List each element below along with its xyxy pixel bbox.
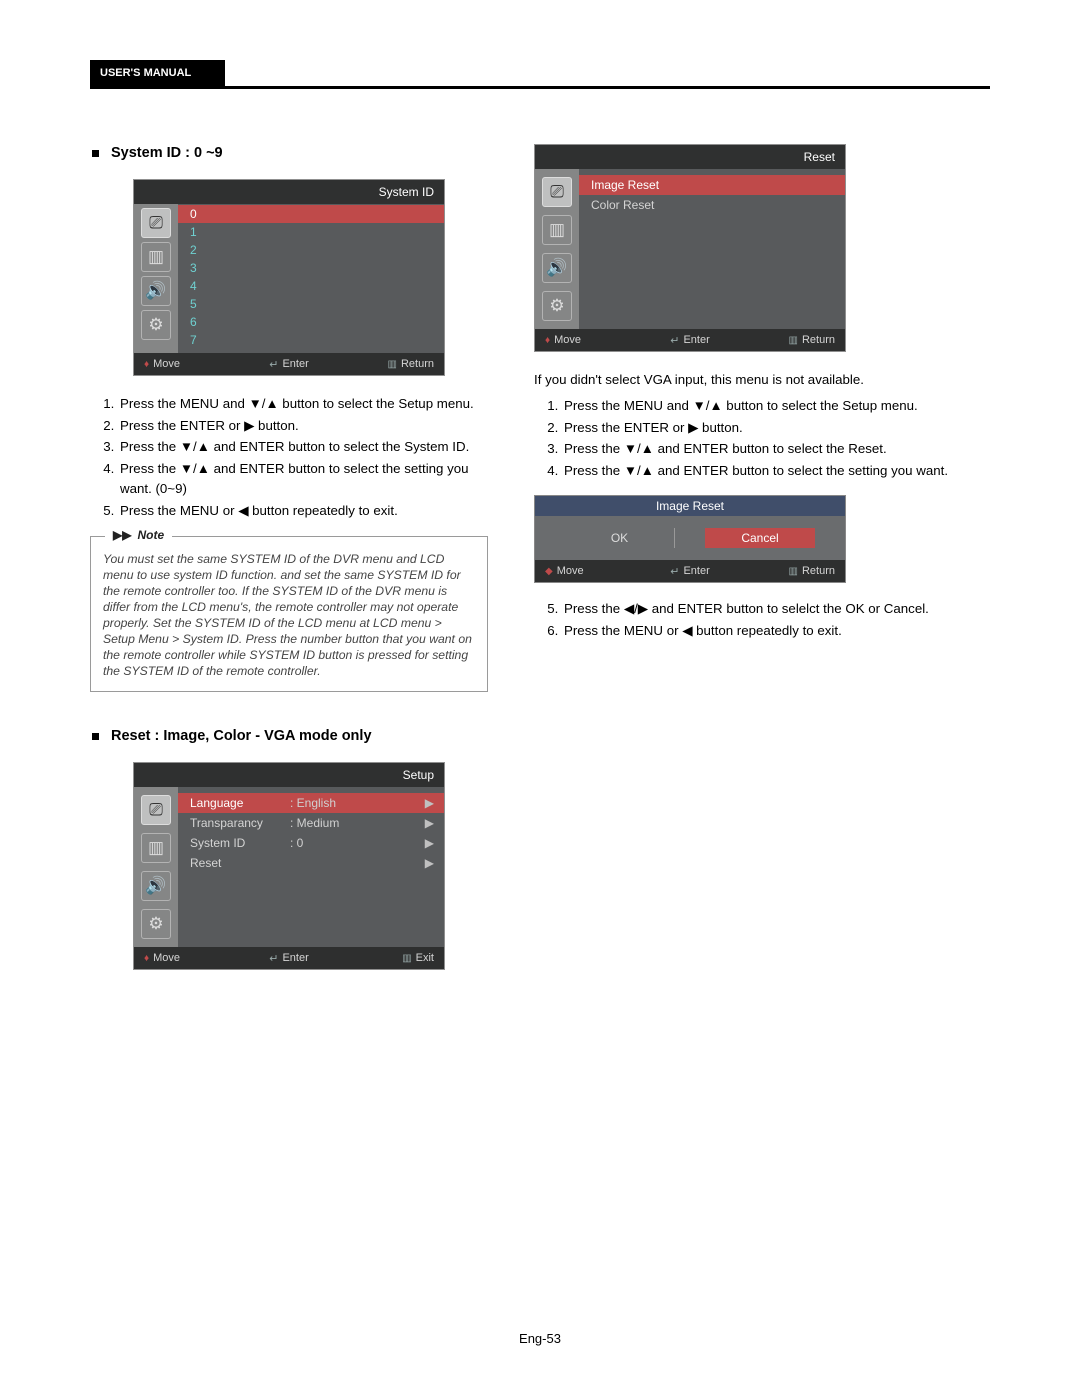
step: Press the ▼/▲ and ENTER button to select… xyxy=(118,437,488,458)
osd-foot: ♦Move ↵Enter ▥Exit xyxy=(134,947,444,969)
section-title-text: Reset : Image, Color - VGA mode only xyxy=(111,728,372,744)
note-box: ▶▶ Note You must set the same SYSTEM ID … xyxy=(90,536,488,693)
step: Press the ▼/▲ and ENTER button to select… xyxy=(118,459,488,500)
step: Press the MENU and ▼/▲ button to select … xyxy=(562,396,990,417)
section-title-text: System ID : 0 ~9 xyxy=(111,145,223,161)
osd-foot: ♦Move ↵Enter ▥Return xyxy=(535,329,845,351)
screen-icon[interactable]: ▥ xyxy=(141,833,171,863)
step: Press the ▼/▲ and ENTER button to select… xyxy=(562,461,990,482)
enter-icon: ↵ xyxy=(269,358,278,371)
osd-icon-col: ⎚ ▥ 🔊 ⚙ xyxy=(134,204,178,353)
sound-icon[interactable]: 🔊 xyxy=(141,871,171,901)
return-icon: ▥ xyxy=(388,359,397,370)
header-bar: USER'S MANUAL xyxy=(90,60,990,94)
updown-icon: ♦ xyxy=(144,953,149,964)
gear-icon[interactable]: ⚙ xyxy=(141,909,171,939)
note-tag: ▶▶ Note xyxy=(105,528,172,544)
picture-icon[interactable]: ⎚ xyxy=(141,795,171,825)
enter-icon: ↵ xyxy=(670,565,679,578)
cancel-button[interactable]: Cancel xyxy=(705,528,815,548)
updown-icon: ♦ xyxy=(144,359,149,370)
return-icon: ▥ xyxy=(789,566,798,577)
note-arrow-icon: ▶▶ xyxy=(113,528,131,544)
osd-icon-col: ⎚ ▥ 🔊 ⚙ xyxy=(134,787,178,947)
bullet-icon xyxy=(92,150,99,157)
osd-icon-col: ⎚ ▥ 🔊 ⚙ xyxy=(535,169,579,329)
picture-icon[interactable]: ⎚ xyxy=(542,177,572,207)
exit-icon: ▥ xyxy=(402,953,411,964)
step: Press the MENU or ◀ button repeatedly to… xyxy=(118,501,488,522)
enter-icon: ↵ xyxy=(269,952,278,965)
step: Press the ENTER or ▶ button. xyxy=(118,416,488,437)
ok-button[interactable]: OK xyxy=(565,528,675,548)
bullet-icon xyxy=(92,733,99,740)
osd-setup: Setup ⎚ ▥ 🔊 ⚙ Language: English▶ Transpa… xyxy=(133,762,445,970)
steps-reset-b: Press the ◀/▶ and ENTER button to selelc… xyxy=(534,599,990,641)
header-tab: USER'S MANUAL xyxy=(90,60,225,86)
leftright-icon: ◆ xyxy=(545,566,553,577)
sound-icon[interactable]: 🔊 xyxy=(542,253,572,283)
osd-content: 0 1 2 3 4 5 6 7 xyxy=(178,204,444,353)
osd-title: Setup xyxy=(134,763,444,787)
osd-title: Reset xyxy=(535,145,845,169)
osd-foot: ◆Move ↵Enter ▥Return xyxy=(535,560,845,582)
section-title-reset: Reset : Image, Color - VGA mode only xyxy=(92,728,488,744)
step: Press the ◀/▶ and ENTER button to selelc… xyxy=(562,599,990,620)
enter-icon: ↵ xyxy=(670,334,679,347)
screen-icon[interactable]: ▥ xyxy=(542,215,572,245)
osd-reset: Reset ⎚ ▥ 🔊 ⚙ Image Reset Color Reset ♦M… xyxy=(534,144,846,352)
header-rule xyxy=(90,86,990,89)
reset-unavailable-text: If you didn't select VGA input, this men… xyxy=(534,370,990,390)
steps-system-id: Press the MENU and ▼/▲ button to select … xyxy=(90,394,488,522)
osd-image-reset-confirm: Image Reset OK Cancel ◆Move ↵Enter ▥Retu… xyxy=(534,495,846,583)
chevron-right-icon: ▶ xyxy=(425,816,434,830)
picture-icon[interactable]: ⎚ xyxy=(141,208,171,238)
updown-icon: ♦ xyxy=(545,335,550,346)
step: Press the ENTER or ▶ button. xyxy=(562,418,990,439)
osd-title: System ID xyxy=(134,180,444,204)
gear-icon[interactable]: ⚙ xyxy=(141,310,171,340)
osd-system-id: System ID ⎚ ▥ 🔊 ⚙ 0 1 2 3 4 5 xyxy=(133,179,445,376)
section-title-system-id: System ID : 0 ~9 xyxy=(92,145,488,161)
chevron-right-icon: ▶ xyxy=(425,836,434,850)
steps-reset-a: Press the MENU and ▼/▲ button to select … xyxy=(534,396,990,481)
step: Press the ▼/▲ and ENTER button to select… xyxy=(562,439,990,460)
gear-icon[interactable]: ⚙ xyxy=(542,291,572,321)
step: Press the MENU and ▼/▲ button to select … xyxy=(118,394,488,415)
return-icon: ▥ xyxy=(789,335,798,346)
sound-icon[interactable]: 🔊 xyxy=(141,276,171,306)
note-text: You must set the same SYSTEM ID of the D… xyxy=(103,552,472,679)
step: Press the MENU or ◀ button repeatedly to… xyxy=(562,621,990,642)
screen-icon[interactable]: ▥ xyxy=(141,242,171,272)
confirm-title: Image Reset xyxy=(535,496,845,516)
osd-content: Image Reset Color Reset xyxy=(579,169,845,329)
page-number: Eng-53 xyxy=(0,1331,1080,1346)
osd-content: Language: English▶ Transparancy: Medium▶… xyxy=(178,787,444,947)
chevron-right-icon: ▶ xyxy=(425,796,434,810)
osd-foot: ♦Move ↵Enter ▥Return xyxy=(134,353,444,375)
chevron-right-icon: ▶ xyxy=(425,856,434,870)
